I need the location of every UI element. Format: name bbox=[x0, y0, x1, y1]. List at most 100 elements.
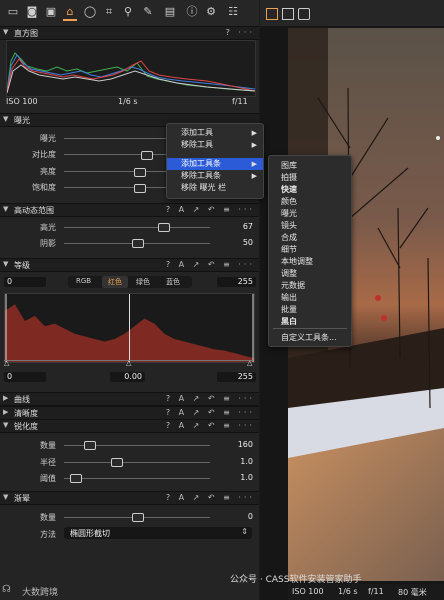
channel-selector[interactable]: RGB 红色 绿色 蓝色 bbox=[68, 276, 192, 288]
lens-icon[interactable]: ◯ bbox=[83, 5, 97, 19]
sharpen-threshold-label: 阈值 bbox=[40, 474, 56, 483]
submenu-item[interactable]: 图库 bbox=[269, 160, 351, 172]
saturation-slider[interactable] bbox=[64, 187, 174, 188]
sharpen-threshold-value[interactable]: 1.0 bbox=[215, 473, 253, 482]
exposure-slider[interactable] bbox=[64, 138, 174, 139]
collapse-chevron-icon[interactable]: ▼ bbox=[3, 493, 8, 501]
collapse-chevron-icon[interactable]: ▼ bbox=[3, 421, 8, 429]
submenu-item[interactable]: 调整 bbox=[269, 268, 351, 280]
hdr-header[interactable]: ▼ 高动态范围 ? A ↗ ↶ ≡ ··· bbox=[0, 203, 259, 217]
levels-histogram[interactable] bbox=[4, 293, 255, 363]
sharpen-amount-value[interactable]: 160 bbox=[215, 440, 253, 449]
highlights-slider-knob[interactable] bbox=[158, 223, 170, 232]
saturation-slider-knob[interactable] bbox=[134, 184, 146, 193]
submenu-item[interactable]: 细节 bbox=[269, 244, 351, 256]
vignette-amount-knob[interactable] bbox=[132, 513, 144, 522]
vignette-tools[interactable]: ? A ↗ ↶ ≡ ··· bbox=[166, 493, 255, 502]
submenu-item[interactable]: 颜色 bbox=[269, 196, 351, 208]
sharpen-radius-knob[interactable] bbox=[111, 458, 123, 467]
sharpen-radius-value[interactable]: 1.0 bbox=[215, 457, 253, 466]
expand-chevron-icon[interactable]: ▶ bbox=[3, 394, 8, 402]
collapse-chevron-icon[interactable]: ▼ bbox=[3, 260, 8, 268]
sharpen-radius-slider[interactable] bbox=[64, 462, 210, 463]
submenu-item[interactable]: 黑白 bbox=[269, 316, 351, 328]
collapse-chevron-icon[interactable]: ▼ bbox=[3, 205, 8, 213]
exposure-title: 曝光 bbox=[14, 116, 30, 125]
grid-view-icon[interactable] bbox=[266, 8, 278, 20]
photo-icon[interactable]: ▣ bbox=[44, 5, 58, 19]
levels-input-low[interactable]: 0 bbox=[4, 277, 46, 287]
channel-green[interactable]: 绿色 bbox=[136, 277, 150, 287]
brightness-slider-knob[interactable] bbox=[134, 168, 146, 177]
vignette-method-select[interactable]: 椭圆形截切 ⇕ bbox=[64, 527, 252, 539]
expand-chevron-icon[interactable]: ▶ bbox=[3, 408, 8, 416]
menu-item-add-toolbar[interactable]: 添加工具条 ▶ bbox=[167, 158, 263, 170]
vignette-amount-value[interactable]: 0 bbox=[215, 512, 253, 521]
submenu-item[interactable]: 本地调整 bbox=[269, 256, 351, 268]
sharpening-header[interactable]: ▼ 锐化度 ? A ↗ ↶ ≡ ··· bbox=[0, 419, 259, 433]
folder-icon[interactable]: ▭ bbox=[6, 5, 20, 19]
clarity-header[interactable]: ▶ 清晰度 ? A ↗ ↶ ≡ ··· bbox=[0, 406, 259, 420]
levels-output-high[interactable]: 255 bbox=[217, 372, 256, 382]
info-icon[interactable]: ⓘ bbox=[185, 5, 199, 19]
submenu-item[interactable]: 镜头 bbox=[269, 220, 351, 232]
channel-blue[interactable]: 蓝色 bbox=[166, 277, 180, 287]
levels-output-low[interactable]: 0 bbox=[4, 372, 46, 382]
clarity-tools[interactable]: ? A ↗ ↶ ≡ ··· bbox=[166, 408, 255, 417]
submenu-item[interactable]: 元数据 bbox=[269, 280, 351, 292]
sharpening-tools[interactable]: ? A ↗ ↶ ≡ ··· bbox=[166, 421, 255, 430]
exposure-tab-icon[interactable]: ⌂ bbox=[63, 5, 77, 21]
single-view-icon[interactable] bbox=[282, 8, 294, 20]
levels-handle-mid[interactable]: △ bbox=[126, 359, 131, 367]
submenu-arrow-icon: ▶ bbox=[251, 141, 257, 149]
menu-item-remove-toolbar[interactable]: 移除工具条 ▶ bbox=[167, 170, 263, 182]
vignette-header[interactable]: ▼ 渐晕 ? A ↗ ↶ ≡ ··· bbox=[0, 491, 259, 505]
histogram-header[interactable]: ▼ 直方图 ? ··· bbox=[0, 26, 259, 40]
curves-tools[interactable]: ? A ↗ ↶ ≡ ··· bbox=[166, 394, 255, 403]
levels-header[interactable]: ▼ 等级 ? A ↗ ↶ ≡ ··· bbox=[0, 258, 259, 272]
search-icon[interactable]: ⚲ bbox=[121, 5, 135, 19]
levels-input-high[interactable]: 255 bbox=[217, 277, 256, 287]
shadows-value[interactable]: 50 bbox=[215, 238, 253, 247]
shadows-slider-knob[interactable] bbox=[132, 239, 144, 248]
hdr-tools[interactable]: ? A ↗ ↶ ≡ ··· bbox=[166, 205, 255, 214]
sharpen-threshold-slider[interactable] bbox=[64, 478, 210, 479]
menu-item-add-tool[interactable]: 添加工具 ▶ bbox=[167, 127, 263, 139]
highlights-value[interactable]: 67 bbox=[215, 222, 253, 231]
compare-view-icon[interactable] bbox=[298, 8, 310, 20]
levels-handle-low[interactable]: △ bbox=[4, 359, 9, 367]
highlights-slider[interactable] bbox=[64, 227, 210, 228]
submenu-item[interactable]: 输出 bbox=[269, 292, 351, 304]
histogram-tools[interactable]: ? ··· bbox=[226, 28, 255, 37]
contrast-slider-knob[interactable] bbox=[141, 151, 153, 160]
metadata-icon[interactable]: ▤ bbox=[163, 5, 177, 19]
levels-tools[interactable]: ? A ↗ ↶ ≡ ··· bbox=[166, 260, 255, 269]
levels-handle-high[interactable]: △ bbox=[247, 359, 252, 367]
sharpen-threshold-knob[interactable] bbox=[70, 474, 82, 483]
curves-header[interactable]: ▶ 曲线 ? A ↗ ↶ ≡ ··· bbox=[0, 392, 259, 406]
submenu-item[interactable]: 批量 bbox=[269, 304, 351, 316]
sharpen-amount-knob[interactable] bbox=[84, 441, 96, 450]
menu-item-remove-tool[interactable]: 移除工具 ▶ bbox=[167, 139, 263, 151]
brightness-slider[interactable] bbox=[64, 171, 174, 172]
submenu-custom-toolbar[interactable]: 自定义工具条... bbox=[269, 332, 351, 344]
submenu-item[interactable]: 曝光 bbox=[269, 208, 351, 220]
crop-icon[interactable]: ⌗ bbox=[102, 5, 116, 19]
submenu-item[interactable]: 快速 bbox=[269, 184, 351, 196]
collapse-chevron-icon[interactable]: ▼ bbox=[3, 115, 8, 123]
contrast-slider[interactable] bbox=[64, 154, 174, 155]
camera-icon[interactable]: ◙ bbox=[25, 5, 39, 19]
submenu-item[interactable]: 合成 bbox=[269, 232, 351, 244]
status-iso: ISO 100 bbox=[292, 587, 324, 596]
collapse-chevron-icon[interactable]: ▼ bbox=[3, 28, 8, 36]
settings-icon[interactable]: ⚙ bbox=[204, 5, 218, 19]
channel-rgb[interactable]: RGB bbox=[76, 277, 91, 285]
levels-midtone[interactable]: 0.00 bbox=[110, 372, 145, 382]
submenu-item[interactable]: 拍摄 bbox=[269, 172, 351, 184]
brush-icon[interactable]: ✎ bbox=[141, 5, 155, 19]
status-focal: 80 毫米 bbox=[398, 588, 427, 597]
menu-item-remove-exposure-bar[interactable]: 移除 曝光 栏 bbox=[167, 182, 263, 194]
histogram-shutter: 1/6 s bbox=[118, 97, 138, 106]
channel-red[interactable]: 红色 bbox=[102, 276, 128, 288]
sliders-icon[interactable]: ☷ bbox=[226, 5, 240, 19]
